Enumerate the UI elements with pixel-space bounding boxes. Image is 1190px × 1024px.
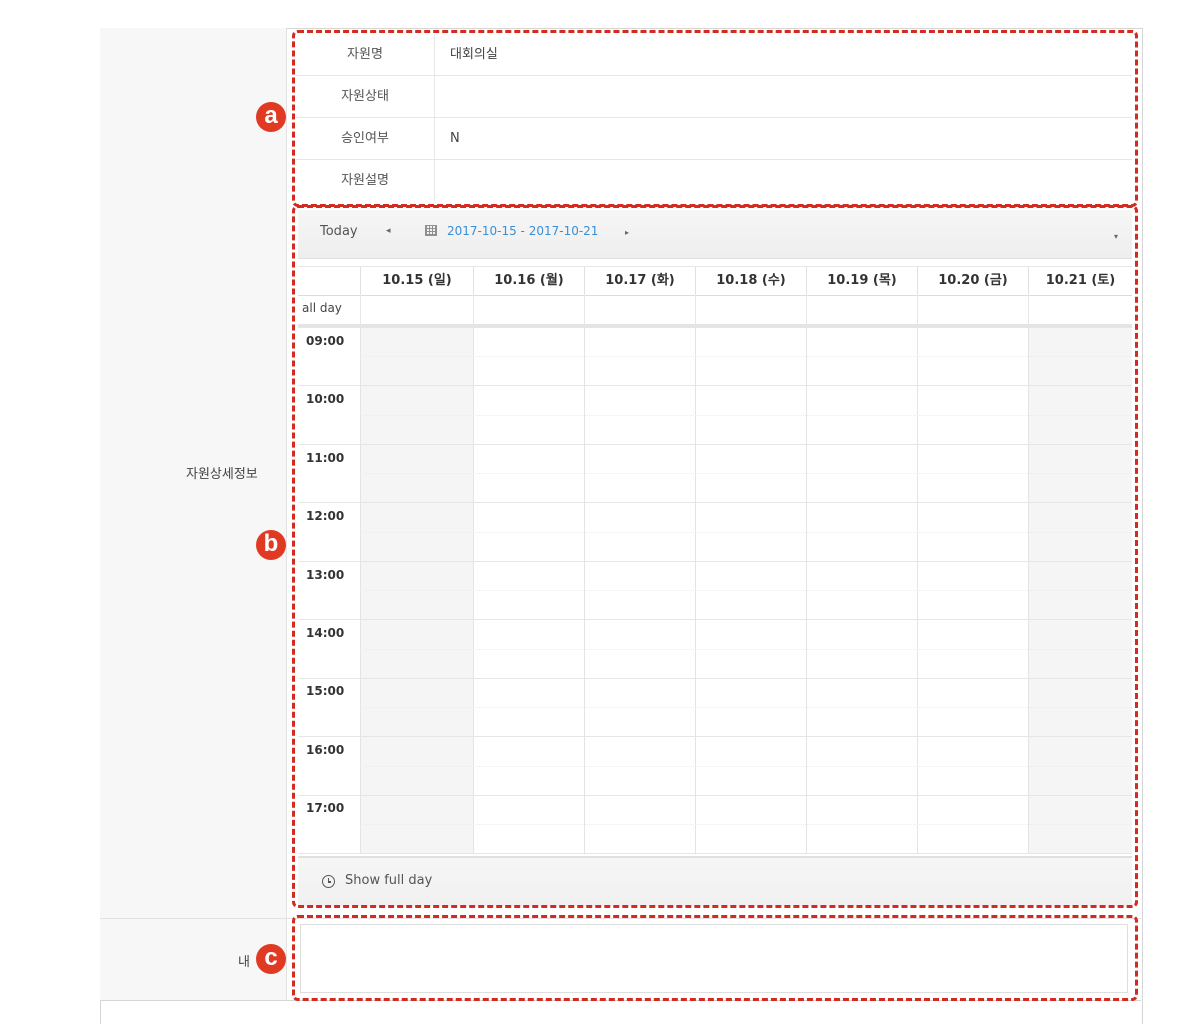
annotation-badge-c: c: [256, 944, 286, 974]
content-label: 내: [238, 955, 250, 970]
label-column: [100, 28, 287, 1000]
annotation-box-a: [292, 30, 1138, 207]
annotation-badge-b: b: [256, 530, 286, 560]
annotation-box-c: [292, 915, 1138, 1001]
annotation-badge-a: a: [256, 102, 286, 132]
annotation-box-b: [292, 205, 1138, 908]
resource-detail-label: 자원상세정보: [186, 467, 258, 482]
